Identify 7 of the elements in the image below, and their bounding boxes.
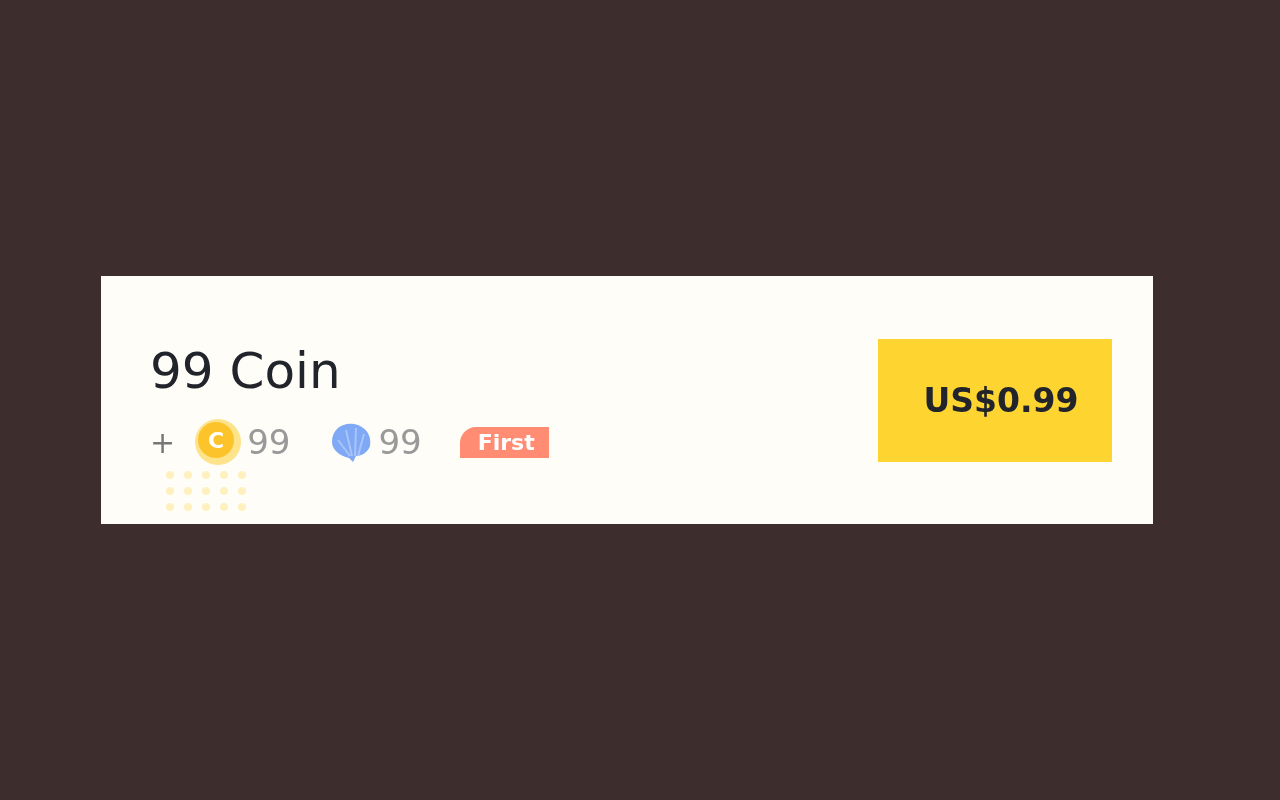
price-button[interactable]: US$0.99 <box>878 338 1112 462</box>
plus-sign: + <box>150 424 176 460</box>
first-badge: First <box>459 426 549 458</box>
bonus-amount: 99 <box>247 422 291 462</box>
bonus-amount: 99 <box>378 422 422 462</box>
coin-icon: C <box>195 419 242 465</box>
product-title: 99 Coin <box>150 341 342 401</box>
